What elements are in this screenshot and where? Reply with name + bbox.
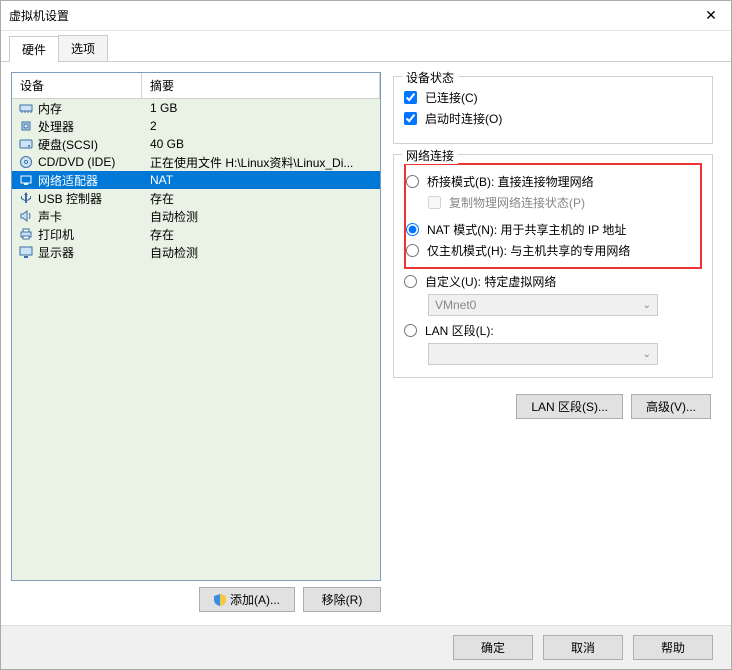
bridged-radio-row[interactable]: 桥接模式(B): 直接连接物理网络 <box>406 173 700 190</box>
memory-icon <box>18 100 34 116</box>
connect-on-start-checkbox[interactable] <box>404 112 417 125</box>
connect-on-start-label: 启动时连接(O) <box>425 110 502 127</box>
chevron-down-icon: ⌄ <box>643 300 651 311</box>
device-summary: 40 GB <box>142 137 380 151</box>
device-summary: 自动检测 <box>142 244 380 261</box>
right-buttons: LAN 区段(S)... 高级(V)... <box>393 394 713 419</box>
add-button-label: 添加(A)... <box>230 593 280 607</box>
device-row-cpu[interactable]: 处理器2 <box>12 117 380 135</box>
device-summary: 1 GB <box>142 101 380 115</box>
device-state-title: 设备状态 <box>402 69 458 86</box>
network-connection-title: 网络连接 <box>402 147 458 164</box>
cancel-button[interactable]: 取消 <box>543 635 623 660</box>
device-row-disk[interactable]: 硬盘(SCSI)40 GB <box>12 135 380 153</box>
device-row-memory[interactable]: 内存1 GB <box>12 99 380 117</box>
left-panel: 设备 摘要 内存1 GB处理器2硬盘(SCSI)40 GBCD/DVD (IDE… <box>11 72 381 612</box>
hostonly-radio[interactable] <box>406 244 419 257</box>
device-row-cd[interactable]: CD/DVD (IDE)正在使用文件 H:\Linux资料\Linux_Di..… <box>12 153 380 171</box>
device-summary: 正在使用文件 H:\Linux资料\Linux_Di... <box>142 154 380 171</box>
device-name: 声卡 <box>38 208 142 225</box>
window-title: 虚拟机设置 <box>9 7 69 24</box>
device-summary: 存在 <box>142 226 380 243</box>
nat-radio-row[interactable]: NAT 模式(N): 用于共享主机的 IP 地址 <box>406 221 700 238</box>
lan-segment-radio-row[interactable]: LAN 区段(L): <box>404 322 702 339</box>
nat-radio[interactable] <box>406 223 419 236</box>
custom-label: 自定义(U): 特定虚拟网络 <box>425 273 556 290</box>
hostonly-label: 仅主机模式(H): 与主机共享的专用网络 <box>427 242 630 259</box>
device-name: 显示器 <box>38 244 142 261</box>
bridged-radio[interactable] <box>406 175 419 188</box>
net-icon <box>18 172 34 188</box>
replicate-checkbox-row: 复制物理网络连接状态(P) <box>428 194 700 211</box>
device-row-display[interactable]: 显示器自动检测 <box>12 243 380 261</box>
device-row-sound[interactable]: 声卡自动检测 <box>12 207 380 225</box>
device-row-printer[interactable]: 打印机存在 <box>12 225 380 243</box>
usb-icon <box>18 190 34 206</box>
footer: 确定 取消 帮助 <box>1 625 731 669</box>
cd-icon <box>18 154 34 170</box>
tab-hardware[interactable]: 硬件 <box>9 36 59 62</box>
list-buttons: 添加(A)... 移除(R) <box>11 581 381 612</box>
col-summary[interactable]: 摘要 <box>142 73 380 98</box>
device-summary: NAT <box>142 173 380 187</box>
device-name: CD/DVD (IDE) <box>38 155 142 169</box>
highlight-box: 桥接模式(B): 直接连接物理网络 复制物理网络连接状态(P) NAT 模式(N… <box>404 163 702 269</box>
connected-label: 已连接(C) <box>425 89 478 106</box>
hostonly-radio-row[interactable]: 仅主机模式(H): 与主机共享的专用网络 <box>406 242 700 259</box>
device-name: USB 控制器 <box>38 190 142 207</box>
titlebar: 虚拟机设置 ✕ <box>1 1 731 31</box>
device-row-usb[interactable]: USB 控制器存在 <box>12 189 380 207</box>
network-connection-group: 网络连接 桥接模式(B): 直接连接物理网络 复制物理网络连接状态(P) NAT… <box>393 154 713 378</box>
replicate-label: 复制物理网络连接状态(P) <box>449 194 585 211</box>
shield-icon <box>214 594 226 606</box>
replicate-checkbox <box>428 196 441 209</box>
tab-options[interactable]: 选项 <box>58 35 108 61</box>
advanced-button[interactable]: 高级(V)... <box>631 394 711 419</box>
lan-segment-label: LAN 区段(L): <box>425 322 494 339</box>
col-device[interactable]: 设备 <box>12 73 142 98</box>
add-button[interactable]: 添加(A)... <box>199 587 295 612</box>
nat-label: NAT 模式(N): 用于共享主机的 IP 地址 <box>427 221 626 238</box>
device-summary: 存在 <box>142 190 380 207</box>
device-name: 硬盘(SCSI) <box>38 136 142 153</box>
device-state-group: 设备状态 已连接(C) 启动时连接(O) <box>393 76 713 144</box>
lan-segment-radio[interactable] <box>404 324 417 337</box>
connect-on-start-row[interactable]: 启动时连接(O) <box>404 110 702 127</box>
ok-button[interactable]: 确定 <box>453 635 533 660</box>
cpu-icon <box>18 118 34 134</box>
device-row-net[interactable]: 网络适配器NAT <box>12 171 380 189</box>
device-summary: 自动检测 <box>142 208 380 225</box>
device-name: 网络适配器 <box>38 172 142 189</box>
device-name: 处理器 <box>38 118 142 135</box>
right-panel: 设备状态 已连接(C) 启动时连接(O) 网络连接 桥接模式(B): 直接连接物… <box>393 72 721 612</box>
bridged-label: 桥接模式(B): 直接连接物理网络 <box>427 173 594 190</box>
connected-checkbox-row[interactable]: 已连接(C) <box>404 89 702 106</box>
close-button[interactable]: ✕ <box>691 1 731 31</box>
device-name: 内存 <box>38 100 142 117</box>
custom-radio-row[interactable]: 自定义(U): 特定虚拟网络 <box>404 273 702 290</box>
device-list-header: 设备 摘要 <box>12 73 380 99</box>
printer-icon <box>18 226 34 242</box>
connected-checkbox[interactable] <box>404 91 417 104</box>
custom-radio[interactable] <box>404 275 417 288</box>
device-list: 设备 摘要 内存1 GB处理器2硬盘(SCSI)40 GBCD/DVD (IDE… <box>11 72 381 581</box>
custom-vmnet-value: VMnet0 <box>435 298 476 312</box>
device-name: 打印机 <box>38 226 142 243</box>
lan-segment-dropdown: ⌄ <box>428 343 658 365</box>
tabstrip: 硬件 选项 <box>1 31 731 62</box>
device-summary: 2 <box>142 119 380 133</box>
lan-segments-button[interactable]: LAN 区段(S)... <box>516 394 623 419</box>
sound-icon <box>18 208 34 224</box>
chevron-down-icon: ⌄ <box>643 349 651 360</box>
content: 设备 摘要 内存1 GB处理器2硬盘(SCSI)40 GBCD/DVD (IDE… <box>1 62 731 622</box>
display-icon <box>18 244 34 260</box>
remove-button[interactable]: 移除(R) <box>303 587 381 612</box>
help-button[interactable]: 帮助 <box>633 635 713 660</box>
custom-vmnet-dropdown: VMnet0 ⌄ <box>428 294 658 316</box>
disk-icon <box>18 136 34 152</box>
